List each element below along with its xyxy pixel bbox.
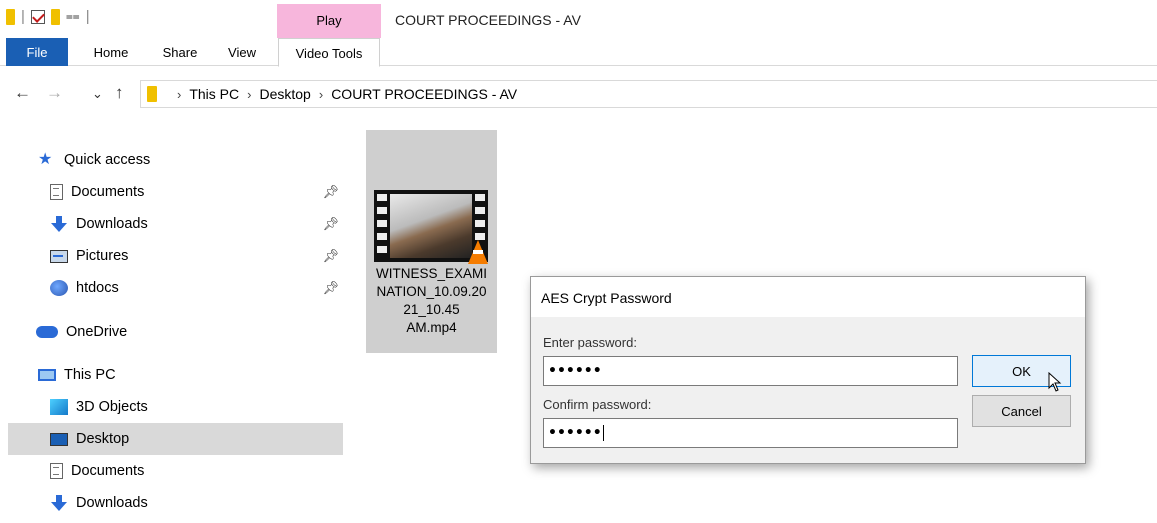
sidebar-item-downloads-pc[interactable]: Downloads [8, 487, 343, 519]
sidebar-item-downloads[interactable]: Downloads 📌︎ [8, 208, 343, 240]
video-frame-image [390, 194, 472, 258]
folder-icon [147, 86, 157, 102]
film-sprocket-icon [377, 220, 387, 227]
ribbon-tabs: File Home Share View Video Tools [0, 38, 1157, 67]
qat-separator: | [21, 8, 25, 25]
sidebar-item-label: 3D Objects [76, 399, 148, 415]
navigation-bar: ← → ⌄ ↑ › This PC › Desktop › COURT PROC… [0, 77, 1157, 111]
text-caret [602, 425, 604, 441]
sidebar-item-label: Downloads [76, 495, 148, 511]
sidebar-item-label: OneDrive [66, 324, 128, 340]
tab-share[interactable]: Share [155, 38, 205, 66]
tab-home[interactable]: Home [86, 38, 136, 66]
sidebar-item-label: Quick access [64, 152, 151, 168]
cloud-icon [36, 326, 58, 338]
sidebar-item-label: This PC [64, 367, 116, 383]
document-icon [50, 184, 63, 200]
network-folder-icon [50, 280, 68, 296]
file-name-line: 21_10.45 [403, 302, 460, 317]
quick-access-toolbar: | ⩵ | [6, 8, 90, 25]
title-bar: | ⩵ | Play COURT PROCEEDINGS - AV [0, 0, 1157, 38]
qat-separator-2: | [85, 8, 90, 25]
cancel-button[interactable]: Cancel [972, 395, 1071, 427]
file-name-line: AM.mp4 [406, 320, 457, 335]
sidebar-item-htdocs[interactable]: htdocs 📌︎ [8, 272, 343, 304]
folder-icon [6, 8, 15, 25]
film-sprocket-icon [475, 194, 485, 201]
breadcrumb-chevron-icon[interactable]: › [247, 87, 251, 102]
properties-icon[interactable] [30, 9, 45, 24]
sidebar-item-label: Pictures [76, 248, 129, 264]
film-sprocket-icon [475, 233, 485, 240]
sidebar-item-label: Downloads [76, 216, 148, 232]
desktop-icon [50, 432, 68, 446]
file-name-line: WITNESS_EXAMI [375, 266, 488, 281]
download-icon [50, 495, 68, 511]
navigation-pane: ★ Quick access Documents 📌︎ Downloads 📌︎… [0, 140, 345, 523]
back-arrow-icon[interactable]: ← [14, 83, 31, 103]
tab-file[interactable]: File [6, 38, 68, 66]
star-icon: ★ [38, 151, 53, 168]
sidebar-item-this-pc[interactable]: This PC [8, 359, 343, 391]
dialog-title: AES Crypt Password [531, 277, 1085, 317]
pin-icon[interactable]: 📌︎ [322, 184, 339, 200]
sidebar-item-label: htdocs [76, 280, 119, 296]
download-icon [50, 216, 68, 232]
breadcrumb-chevron-icon[interactable]: › [177, 87, 181, 102]
pin-icon[interactable]: 📌︎ [322, 248, 339, 264]
sidebar-item-quick-access[interactable]: ★ Quick access [8, 144, 343, 176]
window-title: COURT PROCEEDINGS - AV [395, 12, 581, 28]
film-sprocket-icon [377, 233, 387, 240]
sidebar-item-3d-objects[interactable]: 3D Objects [8, 391, 343, 423]
address-bar[interactable]: › This PC › Desktop › COURT PROCEEDINGS … [140, 80, 1157, 108]
vlc-cone-stripe [473, 250, 483, 254]
file-item-video[interactable]: WITNESS_EXAMI NATION_10.09.20 21_10.45 A… [366, 130, 497, 353]
confirm-password-label: Confirm password: [543, 397, 652, 412]
breadcrumb-chevron-icon[interactable]: › [319, 87, 323, 102]
up-arrow-icon[interactable]: ↑ [115, 83, 124, 103]
3d-objects-icon [50, 399, 68, 415]
breadcrumb-this-pc[interactable]: This PC [189, 86, 239, 102]
document-icon [50, 463, 63, 479]
sidebar-item-desktop[interactable]: Desktop [8, 423, 343, 455]
pin-icon[interactable]: 📌︎ [322, 280, 339, 296]
film-sprocket-icon [377, 207, 387, 214]
computer-icon [38, 369, 56, 381]
sidebar-item-documents[interactable]: Documents 📌︎ [8, 176, 343, 208]
qat-dropdown-icon[interactable]: ⩵ [66, 9, 80, 24]
file-name-line: NATION_10.09.20 [376, 284, 487, 299]
tab-view[interactable]: View [222, 38, 262, 66]
sidebar-item-onedrive[interactable]: OneDrive [8, 316, 343, 348]
confirm-password-field[interactable]: •••••• [543, 418, 958, 448]
sidebar-item-label: Documents [71, 184, 145, 200]
breadcrumb-desktop[interactable]: Desktop [259, 86, 310, 102]
video-thumbnail [374, 190, 488, 264]
aes-crypt-password-dialog: AES Crypt Password Enter password: •••••… [530, 276, 1086, 464]
sidebar-item-pictures[interactable]: Pictures 📌︎ [8, 240, 343, 272]
film-sprocket-icon [475, 207, 485, 214]
breadcrumb-current-folder[interactable]: COURT PROCEEDINGS - AV [331, 86, 517, 102]
sidebar-item-label: Desktop [76, 431, 130, 447]
new-folder-icon[interactable] [50, 8, 60, 25]
enter-password-value: •••••• [548, 363, 602, 379]
film-sprocket-icon [377, 246, 387, 253]
confirm-password-value: •••••• [548, 425, 602, 441]
pin-icon[interactable]: 📌︎ [322, 216, 339, 232]
file-name-label: WITNESS_EXAMI NATION_10.09.20 21_10.45 A… [366, 265, 497, 337]
pictures-icon [50, 249, 68, 263]
enter-password-label: Enter password: [543, 335, 637, 350]
recent-locations-chevron-icon[interactable]: ⌄ [92, 86, 103, 102]
forward-arrow-icon[interactable]: → [46, 83, 63, 103]
enter-password-field[interactable]: •••••• [543, 356, 958, 386]
tab-video-tools[interactable]: Video Tools [278, 38, 380, 67]
film-sprocket-icon [377, 194, 387, 201]
sidebar-item-documents-pc[interactable]: Documents [8, 455, 343, 487]
sidebar-item-label: Documents [71, 463, 145, 479]
film-sprocket-icon [475, 220, 485, 227]
play-context-tab[interactable]: Play [277, 4, 381, 38]
